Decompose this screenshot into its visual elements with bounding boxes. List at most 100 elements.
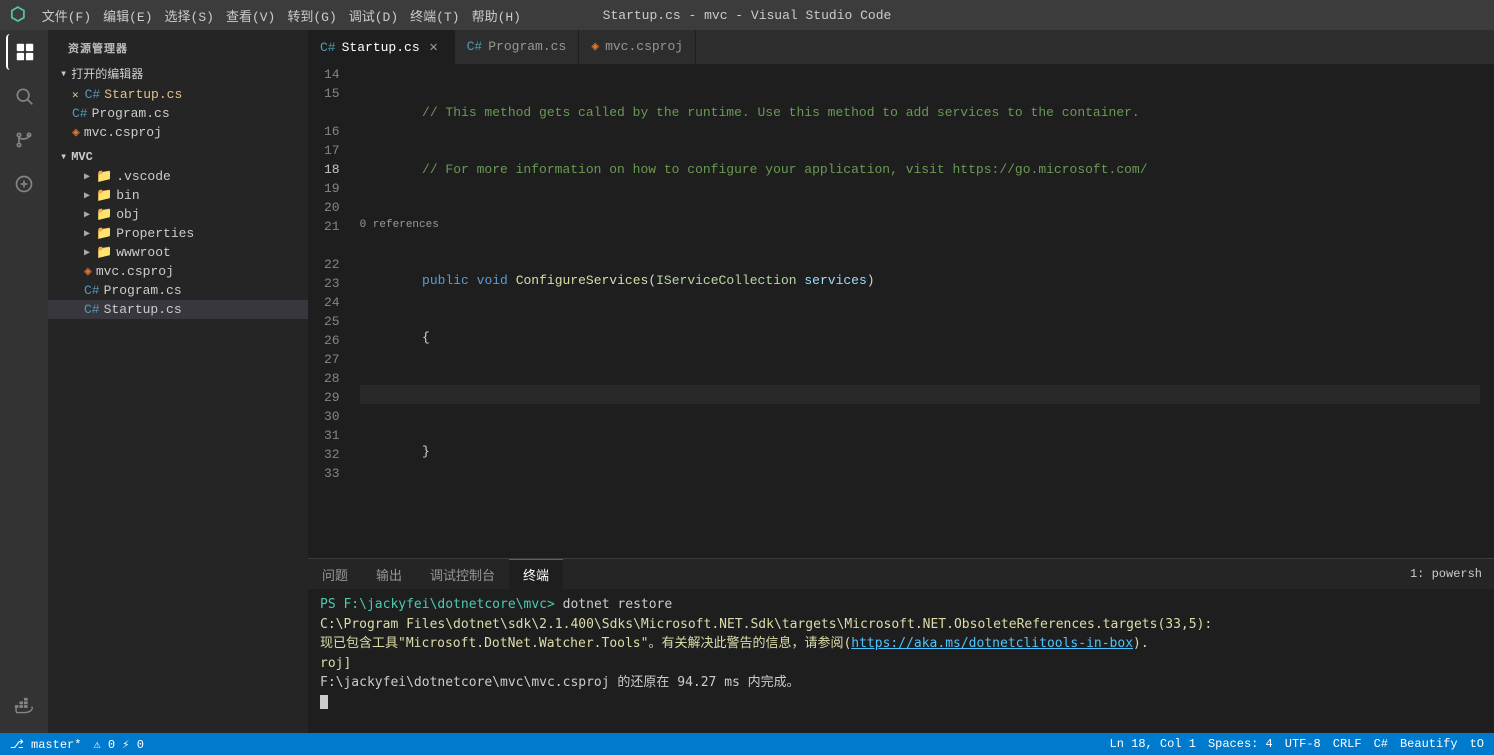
ln-24: 24 bbox=[324, 293, 340, 312]
properties-chevron: ▶ bbox=[84, 228, 90, 240]
minimap-scrollbar bbox=[1480, 65, 1494, 558]
bin-chevron: ▶ bbox=[84, 190, 90, 202]
ln-28: 28 bbox=[324, 369, 340, 388]
terminal-cmd: dotnet restore bbox=[563, 597, 673, 612]
editor-content[interactable]: 14 15 · 16 17 18 19 20 21 · 22 23 24 25 … bbox=[308, 65, 1494, 558]
ln-25: 25 bbox=[324, 312, 340, 331]
tree-program[interactable]: C# Program.cs bbox=[48, 281, 308, 300]
wwwroot-folder-icon: 📁 bbox=[96, 245, 112, 260]
code-19: } bbox=[360, 442, 1480, 461]
terminal-line-4: roj] bbox=[320, 654, 1482, 674]
menu-terminal[interactable]: 终端(T) bbox=[410, 6, 459, 25]
status-encoding[interactable]: UTF-8 bbox=[1285, 737, 1321, 751]
status-language[interactable]: C# bbox=[1374, 737, 1388, 751]
tree-bin[interactable]: ▶ 📁 bin bbox=[48, 186, 308, 205]
status-to[interactable]: tO bbox=[1470, 737, 1484, 751]
activity-explorer[interactable] bbox=[6, 34, 42, 70]
titlebar-left: ⬡ 文件(F) 编辑(E) 选择(S) 查看(V) 转到(G) 调试(D) 终端… bbox=[10, 4, 521, 26]
vscode-logo: ⬡ bbox=[10, 4, 26, 26]
status-beautify[interactable]: Beautify bbox=[1400, 737, 1458, 751]
terminal-content[interactable]: PS F:\jackyfei\dotnetcore\mvc> dotnet re… bbox=[308, 589, 1494, 733]
activity-search[interactable] bbox=[6, 78, 42, 114]
tree-wwwroot[interactable]: ▶ 📁 wwwroot bbox=[48, 243, 308, 262]
mvc-startup-icon: C# bbox=[84, 302, 100, 317]
status-branch[interactable]: ⎇ master* bbox=[10, 737, 81, 752]
ln-ref2: · bbox=[324, 236, 340, 255]
activity-source-control[interactable] bbox=[6, 122, 42, 158]
startup-tab-close[interactable]: ✕ bbox=[426, 39, 442, 55]
terminal-prompt: PS F:\jackyfei\dotnetcore\mvc> bbox=[320, 597, 555, 612]
startup-cs-name: Startup.cs bbox=[104, 87, 182, 102]
code-editor[interactable]: // This method gets called by the runtim… bbox=[356, 65, 1480, 558]
menu-debug[interactable]: 调试(D) bbox=[349, 6, 398, 25]
close-startup-icon[interactable]: ✕ bbox=[72, 88, 79, 102]
code-15: // For more information on how to config… bbox=[360, 160, 1480, 179]
terminal-line-5: F:\jackyfei\dotnetcore\mvc\mvc.csproj 的还… bbox=[320, 673, 1482, 693]
open-editors-chevron: ▾ bbox=[60, 66, 67, 81]
ln-22: 22 bbox=[324, 255, 340, 274]
titlebar: ⬡ 文件(F) 编辑(E) 选择(S) 查看(V) 转到(G) 调试(D) 终端… bbox=[0, 0, 1494, 30]
terminal-cursor-line bbox=[320, 693, 1482, 713]
tab-csproj[interactable]: ◈ mvc.csproj bbox=[579, 30, 696, 64]
window-title: Startup.cs - mvc - Visual Studio Code bbox=[603, 8, 892, 23]
terminal-line-2: C:\Program Files\dotnet\sdk\2.1.400\Sdks… bbox=[320, 615, 1482, 635]
ln-27: 27 bbox=[324, 350, 340, 369]
panel-tab-debug[interactable]: 调试控制台 bbox=[416, 559, 509, 589]
mvc-csproj-label: mvc.csproj bbox=[96, 264, 174, 279]
terminal-line-3: 现已包含工具"Microsoft.DotNet.Watcher.Tools"。有… bbox=[320, 634, 1482, 654]
terminal-link[interactable]: https://aka.ms/dotnetclitools-in-box bbox=[851, 636, 1133, 651]
line-numbers: 14 15 · 16 17 18 19 20 21 · 22 23 24 25 … bbox=[308, 65, 356, 558]
code-view: 14 15 · 16 17 18 19 20 21 · 22 23 24 25 … bbox=[308, 65, 1494, 558]
mvc-program-icon: C# bbox=[84, 283, 100, 298]
mvc-label: MVC bbox=[71, 150, 93, 164]
activity-extensions[interactable] bbox=[6, 166, 42, 202]
panel-tab-terminal[interactable]: 终端 bbox=[509, 559, 563, 589]
ln-16: 16 bbox=[324, 122, 340, 141]
panel-tab-output[interactable]: 输出 bbox=[362, 559, 416, 589]
status-line-ending[interactable]: CRLF bbox=[1333, 737, 1362, 751]
code-18 bbox=[360, 385, 1480, 404]
tree-obj[interactable]: ▶ 📁 obj bbox=[48, 205, 308, 224]
csproj-name: mvc.csproj bbox=[84, 125, 162, 140]
activity-docker[interactable] bbox=[6, 689, 42, 725]
panel: 问题 输出 调试控制台 终端 1: powersh PS F:\jackyfei… bbox=[308, 558, 1494, 733]
ln-26: 26 bbox=[324, 331, 340, 350]
ln-23: 23 bbox=[324, 274, 340, 293]
menu-view[interactable]: 查看(V) bbox=[226, 6, 275, 25]
tree-startup[interactable]: C# Startup.cs bbox=[48, 300, 308, 319]
sidebar-title: 资源管理器 bbox=[48, 30, 308, 62]
wwwroot-folder-name: wwwroot bbox=[116, 245, 171, 260]
program-tab-icon: C# bbox=[467, 39, 483, 54]
statusbar-right: Ln 18, Col 1 Spaces: 4 UTF-8 CRLF C# Bea… bbox=[1110, 737, 1484, 751]
open-editor-program[interactable]: C# Program.cs bbox=[48, 104, 308, 123]
status-cursor-pos[interactable]: Ln 18, Col 1 bbox=[1110, 737, 1196, 751]
menu-file[interactable]: 文件(F) bbox=[42, 6, 91, 25]
tree-vscode[interactable]: ▶ 📁 .vscode bbox=[48, 167, 308, 186]
panel-tab-problems[interactable]: 问题 bbox=[308, 559, 362, 589]
panel-right-info: 1: powersh bbox=[1410, 567, 1494, 581]
menu-goto[interactable]: 转到(G) bbox=[287, 6, 336, 25]
open-editor-startup[interactable]: ✕ C# Startup.cs bbox=[48, 85, 308, 104]
open-editor-csproj[interactable]: ◈ mvc.csproj bbox=[48, 123, 308, 142]
tree-csproj[interactable]: ◈ mvc.csproj bbox=[48, 262, 308, 281]
menu-select[interactable]: 选择(S) bbox=[165, 6, 214, 25]
ln-30: 30 bbox=[324, 407, 340, 426]
terminal-cursor bbox=[320, 695, 328, 709]
code-16: public void ConfigureServices(IServiceCo… bbox=[360, 271, 1480, 290]
tree-properties[interactable]: ▶ 📁 Properties bbox=[48, 224, 308, 243]
code-14: // This method gets called by the runtim… bbox=[360, 103, 1480, 122]
statusbar-left: ⎇ master* ⚠ 0 ⚡ 0 bbox=[10, 737, 144, 752]
code-20 bbox=[360, 499, 1480, 518]
ln-21: 21 bbox=[324, 217, 340, 236]
menu-help[interactable]: 帮助(H) bbox=[472, 6, 521, 25]
tab-startup[interactable]: C# Startup.cs ✕ bbox=[308, 30, 455, 64]
mvc-section[interactable]: ▾ MVC bbox=[48, 146, 308, 167]
status-spaces[interactable]: Spaces: 4 bbox=[1208, 737, 1273, 751]
ln-15: 15 bbox=[324, 84, 340, 103]
menu-edit[interactable]: 编辑(E) bbox=[103, 6, 152, 25]
tab-program[interactable]: C# Program.cs bbox=[455, 30, 580, 64]
open-editors-section[interactable]: ▾ 打开的编辑器 bbox=[48, 62, 308, 85]
program-cs-icon: C# bbox=[72, 106, 88, 121]
status-errors[interactable]: ⚠ 0 ⚡ 0 bbox=[93, 737, 143, 752]
startup-cs-icon: C# bbox=[85, 87, 101, 102]
